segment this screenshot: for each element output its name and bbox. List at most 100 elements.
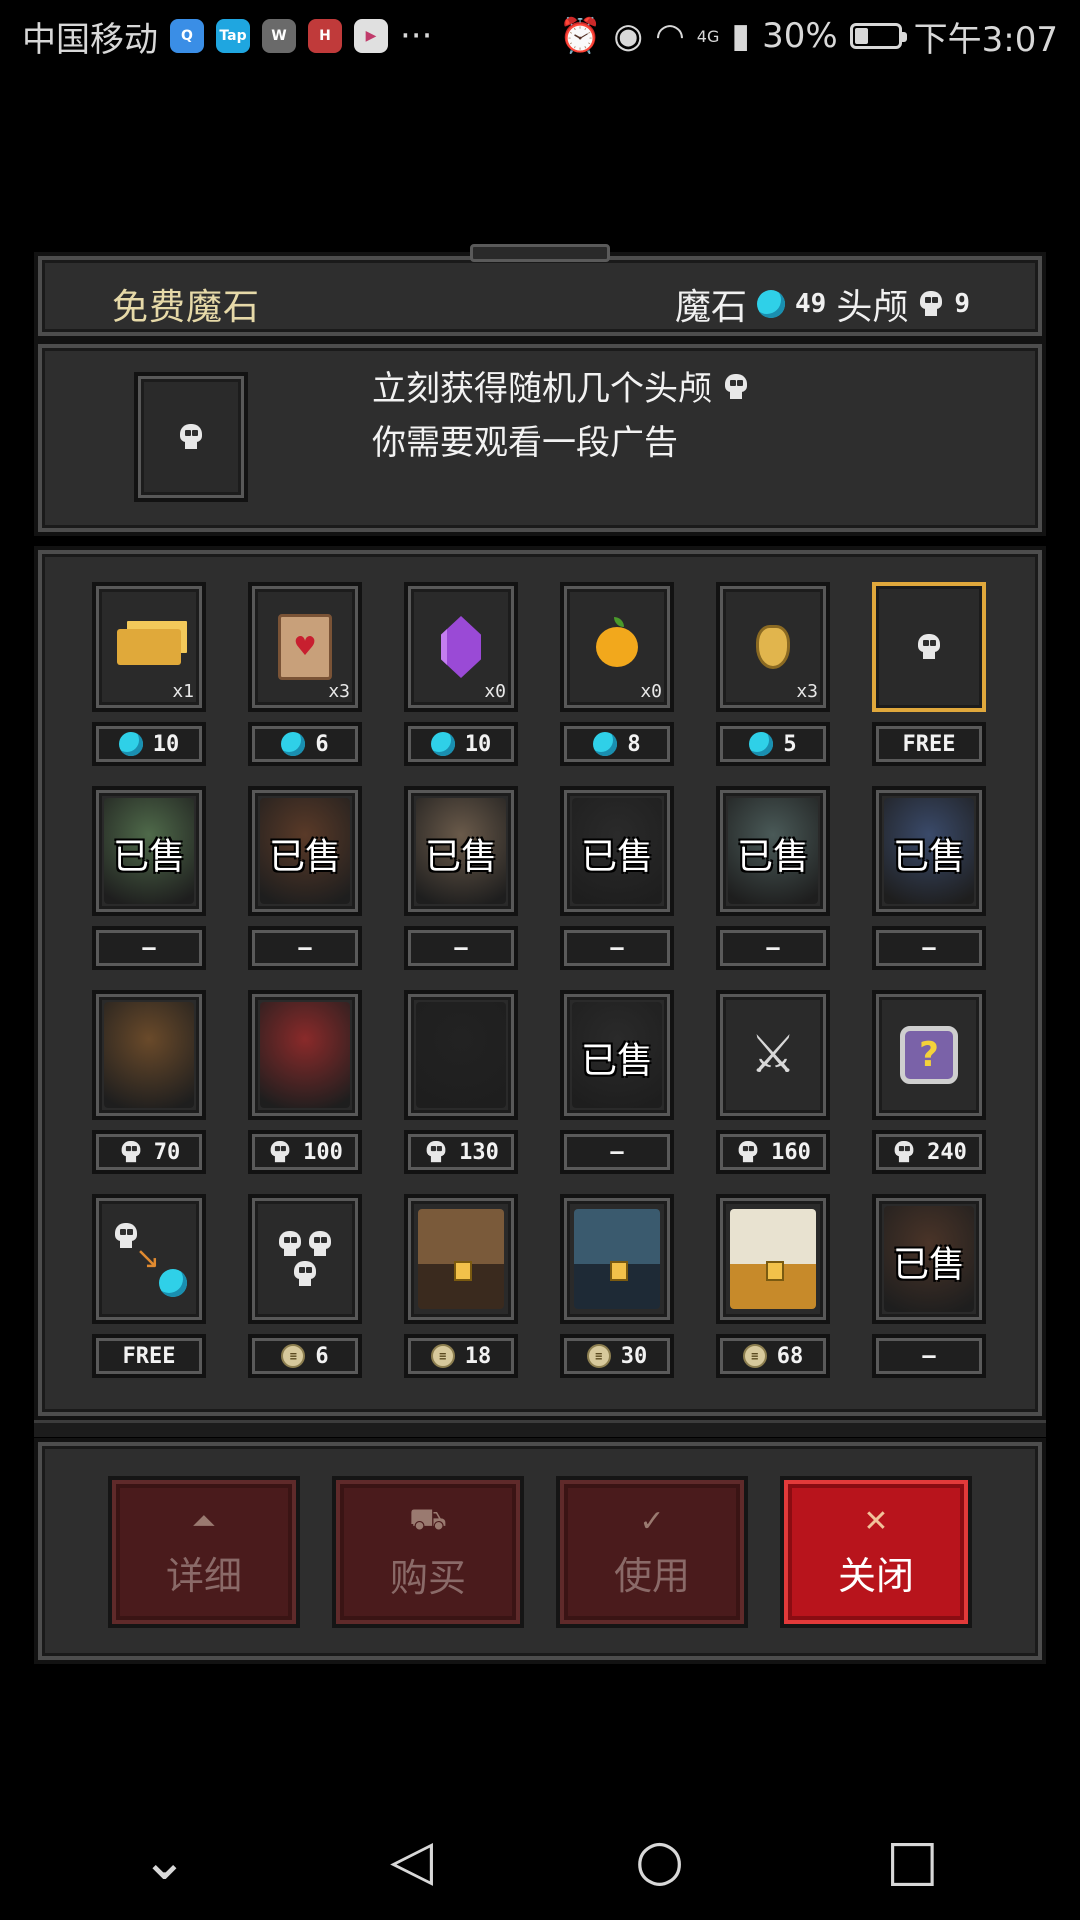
shop-item[interactable]: ≡ 6 — [248, 1194, 362, 1378]
chest-shape — [730, 1209, 816, 1309]
item-price: — — [560, 926, 674, 970]
item-price: 8 — [560, 722, 674, 766]
wooden-chest-icon — [408, 1198, 514, 1320]
item-slot[interactable]: ? — [872, 990, 986, 1120]
item-slot[interactable]: x0 — [560, 582, 674, 712]
back-triangle-icon: ◁ — [389, 1827, 434, 1893]
shop-item[interactable]: ? 240 — [872, 990, 986, 1174]
shop-item[interactable]: 已售 — — [560, 990, 674, 1174]
item-slot[interactable] — [716, 1194, 830, 1324]
item-slot[interactable]: ♥ x3 — [248, 582, 362, 712]
shop-item[interactable]: 130 — [404, 990, 518, 1174]
nav-back-button[interactable]: ◁ — [390, 1828, 433, 1893]
price-value: FREE — [122, 1343, 176, 1369]
shop-item[interactable]: 已售 — — [872, 1194, 986, 1378]
gem-shape — [159, 1269, 187, 1297]
coin-icon: ≡ — [430, 1344, 455, 1368]
item-slot[interactable] — [560, 1194, 674, 1324]
gem-icon — [749, 732, 774, 756]
price-value: 8 — [627, 731, 641, 757]
shop-item[interactable]: 已售 — — [716, 786, 830, 970]
item-slot[interactable]: ⚔ — [716, 990, 830, 1120]
skull-icon — [269, 1140, 291, 1163]
item-slot[interactable] — [404, 1194, 518, 1324]
question-box: ? — [900, 1026, 958, 1084]
eye-icon: ◉ — [613, 16, 644, 56]
buy-label: 购买 — [389, 1556, 466, 1600]
item-quantity: x3 — [328, 681, 350, 702]
coin-icon: ≡ — [281, 1344, 306, 1368]
skull-icon — [893, 1140, 915, 1163]
more-notifications-icon: ··· — [400, 16, 433, 56]
shop-item[interactable]: ↘ FREE — [92, 1194, 206, 1378]
item-slot[interactable]: 已售 — [872, 786, 986, 916]
shop-item[interactable]: 100 — [248, 990, 362, 1174]
item-slot[interactable]: 已售 — [404, 786, 518, 916]
shop-item[interactable]: x3 5 — [716, 582, 830, 766]
item-slot[interactable] — [248, 1194, 362, 1324]
price-value: 10 — [152, 731, 180, 757]
item-slot[interactable] — [248, 990, 362, 1120]
sold-label: 已售 — [736, 836, 809, 878]
gem-icon — [757, 290, 786, 318]
close-button[interactable]: ✕ 关闭 — [780, 1476, 972, 1628]
gem-icon — [593, 732, 618, 756]
shop-item[interactable]: ≡ 30 — [560, 1194, 674, 1378]
shop-item[interactable]: FREE — [872, 582, 986, 766]
shop-item[interactable]: 已售 — — [92, 786, 206, 970]
shop-item[interactable]: x0 8 — [560, 582, 674, 766]
price-value: — — [610, 1139, 624, 1165]
buy-button[interactable]: ⛟ 购买 — [332, 1476, 524, 1628]
item-slot[interactable]: x0 — [404, 582, 518, 712]
item-price: 10 — [92, 722, 206, 766]
use-label: 使用 — [613, 1554, 690, 1598]
shop-item[interactable]: ⚔ 160 — [716, 990, 830, 1174]
price-value: 130 — [459, 1139, 499, 1165]
nav-down-button[interactable]: ⌄ — [141, 1828, 188, 1893]
item-slot[interactable] — [92, 990, 206, 1120]
item-price: 240 — [872, 1130, 986, 1174]
item-slot[interactable]: 已售 — [872, 1194, 986, 1324]
shop-item[interactable]: 已售 — — [404, 786, 518, 970]
item-price: — — [872, 926, 986, 970]
item-slot[interactable]: ↘ — [92, 1194, 206, 1324]
item-slot[interactable]: 已售 — [716, 786, 830, 916]
shop-item[interactable]: ≡ 68 — [716, 1194, 830, 1378]
price-value: — — [766, 935, 780, 961]
item-slot[interactable]: x1 — [92, 582, 206, 712]
shop-item[interactable]: x0 10 — [404, 582, 518, 766]
nav-home-button[interactable]: ○ — [635, 1828, 684, 1893]
panel-separator — [34, 1420, 1046, 1437]
cart-icon: ⛟ — [409, 1502, 447, 1537]
taptap-icon: Tap — [216, 19, 250, 53]
item-slot[interactable] — [404, 990, 518, 1120]
item-price: 5 — [716, 722, 830, 766]
item-slot[interactable]: 已售 — [560, 990, 674, 1120]
item-slot[interactable]: 已售 — [248, 786, 362, 916]
shop-item[interactable]: 70 — [92, 990, 206, 1174]
chevron-down-icon: ⌄ — [141, 1827, 188, 1893]
shop-item[interactable]: ♥ x3 6 — [248, 582, 362, 766]
crystal-shape — [441, 616, 481, 678]
three-skulls-icon — [252, 1198, 358, 1320]
arrow-glyph: ↘ — [135, 1241, 161, 1276]
item-slot[interactable] — [872, 582, 986, 712]
item-price: 100 — [248, 1130, 362, 1174]
shop-item[interactable]: 已售 — — [560, 786, 674, 970]
sold-label: 已售 — [112, 836, 185, 878]
shop-item[interactable]: 已售 — — [248, 786, 362, 970]
skull-arrow-group: ↘ — [109, 1219, 189, 1299]
item-price: — — [404, 926, 518, 970]
shop-item[interactable]: ≡ 18 — [404, 1194, 518, 1378]
item-slot[interactable]: 已售 — [560, 786, 674, 916]
item-price: 6 — [248, 722, 362, 766]
details-button[interactable]: ⏶ 详细 — [108, 1476, 300, 1628]
nav-recents-button[interactable]: □ — [886, 1828, 939, 1893]
item-slot[interactable]: 已售 — [92, 786, 206, 916]
shop-grid: x1 10 ♥ x3 6 x0 10 x0 8 x3 5 FREE 已售 — 已售 — 已售 — 已售 — 已售 — 已售 —… — [92, 582, 986, 1378]
shop-item[interactable]: 已售 — — [872, 786, 986, 970]
use-button[interactable]: ✓ 使用 — [556, 1476, 748, 1628]
item-slot[interactable]: x3 — [716, 582, 830, 712]
shop-item[interactable]: x1 10 — [92, 582, 206, 766]
item-price: FREE — [92, 1334, 206, 1378]
